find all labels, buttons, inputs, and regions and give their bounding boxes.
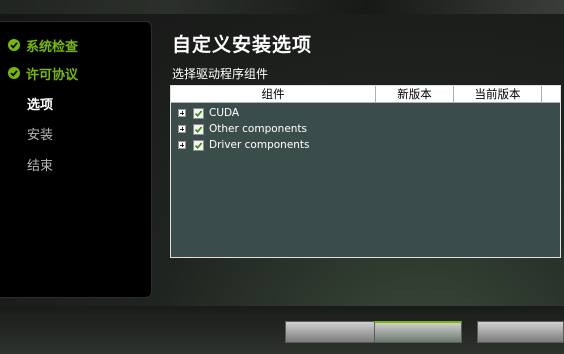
expand-plus-icon[interactable]: [178, 109, 186, 117]
component-label: Other components: [209, 123, 308, 135]
checkmark-icon: [194, 125, 203, 133]
column-header-new-version[interactable]: 新版本: [376, 86, 454, 102]
step-system-check: 系统检查: [8, 35, 78, 55]
column-header-current-version[interactable]: 当前版本: [454, 86, 542, 102]
next-button[interactable]: [374, 321, 462, 343]
column-header-filler: [542, 86, 560, 102]
top-strip: [0, 0, 564, 14]
check-circle-icon: [8, 67, 20, 79]
component-label: CUDA: [209, 107, 240, 119]
checkmark-icon: [194, 109, 203, 117]
tree-row-cuda[interactable]: CUDA: [178, 105, 239, 121]
back-button[interactable]: [285, 321, 375, 343]
installer-window: 系统检查 许可协议 选项 安装 结束 自定义安装选项 选择驱动程序组件 组件 新…: [0, 0, 564, 354]
expand-plus-icon[interactable]: [178, 141, 186, 149]
tree-row-driver-components[interactable]: Driver components: [178, 137, 310, 153]
step-label: 结束: [27, 158, 54, 174]
component-checkbox[interactable]: [193, 123, 204, 135]
step-install: 安装: [27, 123, 53, 143]
column-header-component[interactable]: 组件: [171, 86, 376, 102]
tree-header: 组件 新版本 当前版本: [171, 86, 560, 103]
expand-plus-icon[interactable]: [178, 125, 186, 133]
step-options: 选项: [27, 93, 53, 113]
step-label: 安装: [27, 127, 54, 143]
step-label: 系统检查: [26, 39, 79, 55]
step-license: 许可协议: [8, 63, 78, 83]
components-tree[interactable]: 组件 新版本 当前版本 CUDA Other components Driver…: [170, 85, 561, 258]
component-checkbox[interactable]: [193, 107, 204, 119]
component-checkbox[interactable]: [193, 139, 204, 151]
check-circle-icon: [8, 39, 20, 51]
tree-row-other-components[interactable]: Other components: [178, 121, 307, 137]
checkmark-icon: [194, 141, 203, 149]
section-label: 选择驱动程序组件: [172, 67, 269, 81]
steps-sidebar: 系统检查 许可协议 选项 安装 结束: [0, 21, 152, 298]
page-title: 自定义安装选项: [172, 34, 313, 56]
component-label: Driver components: [209, 139, 310, 151]
cancel-button[interactable]: [477, 321, 564, 343]
step-label: 许可协议: [26, 67, 79, 83]
step-label: 选项: [27, 97, 54, 113]
step-finish: 结束: [27, 154, 53, 174]
